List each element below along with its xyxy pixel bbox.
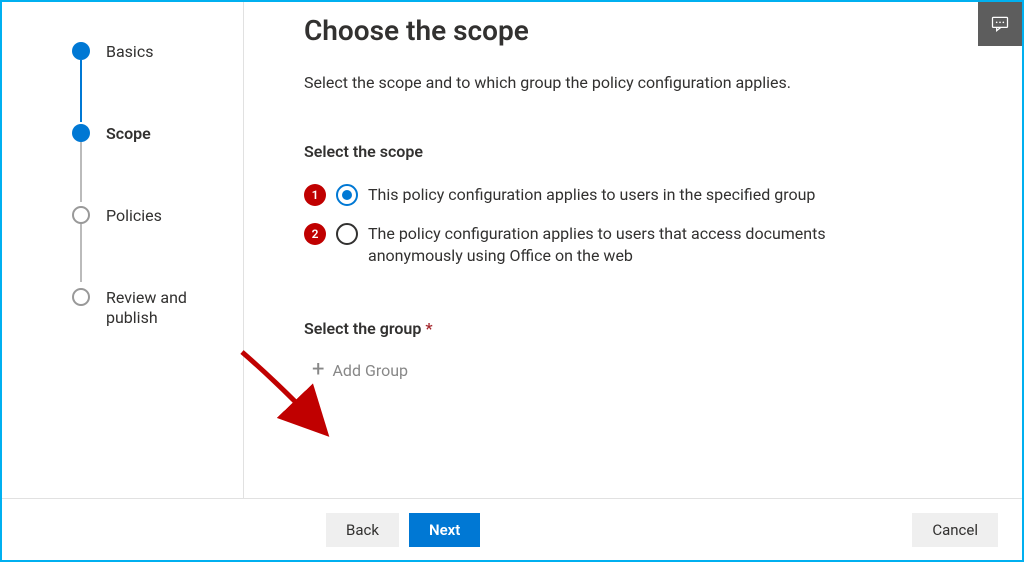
wizard-footer: Back Next Cancel bbox=[2, 498, 1022, 560]
group-section-heading: Select the group* bbox=[304, 319, 962, 338]
scope-section-heading: Select the scope bbox=[304, 142, 962, 161]
back-button[interactable]: Back bbox=[326, 513, 399, 547]
add-group-button[interactable]: + Add Group bbox=[312, 360, 962, 380]
step-indicator-completed-icon bbox=[72, 42, 90, 60]
step-indicator-upcoming-icon bbox=[72, 288, 90, 306]
step-indicator-upcoming-icon bbox=[72, 206, 90, 224]
scope-option-anonymous-web[interactable]: 2 The policy configuration applies to us… bbox=[304, 222, 962, 267]
wizard-step-policies[interactable]: Policies bbox=[72, 206, 243, 226]
step-connector bbox=[80, 220, 82, 282]
step-label: Basics bbox=[106, 42, 153, 62]
radio-label: This policy configuration applies to use… bbox=[368, 183, 815, 206]
add-group-label: Add Group bbox=[332, 361, 408, 380]
step-label: Policies bbox=[106, 206, 162, 226]
wizard-step-review[interactable]: Review and publish bbox=[72, 288, 243, 328]
required-asterisk: * bbox=[425, 319, 432, 338]
page-description: Select the scope and to which group the … bbox=[304, 73, 962, 92]
radio-label: The policy configuration applies to user… bbox=[368, 222, 908, 267]
step-label: Scope bbox=[106, 124, 151, 144]
cancel-button[interactable]: Cancel bbox=[912, 513, 998, 547]
radio-unselected-icon[interactable] bbox=[336, 223, 358, 245]
step-connector bbox=[80, 60, 82, 122]
wizard-step-scope[interactable]: Scope bbox=[72, 124, 243, 144]
step-label: Review and publish bbox=[106, 288, 216, 328]
feedback-icon bbox=[990, 14, 1010, 34]
annotation-badge-1: 1 bbox=[304, 184, 326, 206]
radio-selected-icon[interactable] bbox=[336, 184, 358, 206]
page-title: Choose the scope bbox=[304, 14, 962, 47]
plus-icon: + bbox=[312, 360, 324, 380]
step-indicator-current-icon bbox=[72, 124, 90, 142]
step-connector bbox=[80, 140, 82, 202]
wizard-step-basics[interactable]: Basics bbox=[72, 42, 243, 62]
feedback-button[interactable] bbox=[978, 2, 1022, 46]
content-panel: Choose the scope Select the scope and to… bbox=[244, 2, 1022, 498]
scope-option-users-in-group[interactable]: 1 This policy configuration applies to u… bbox=[304, 183, 962, 206]
wizard-steps: Basics Scope Policies Review and publish bbox=[2, 2, 244, 498]
next-button[interactable]: Next bbox=[409, 513, 480, 547]
annotation-badge-2: 2 bbox=[304, 223, 326, 245]
